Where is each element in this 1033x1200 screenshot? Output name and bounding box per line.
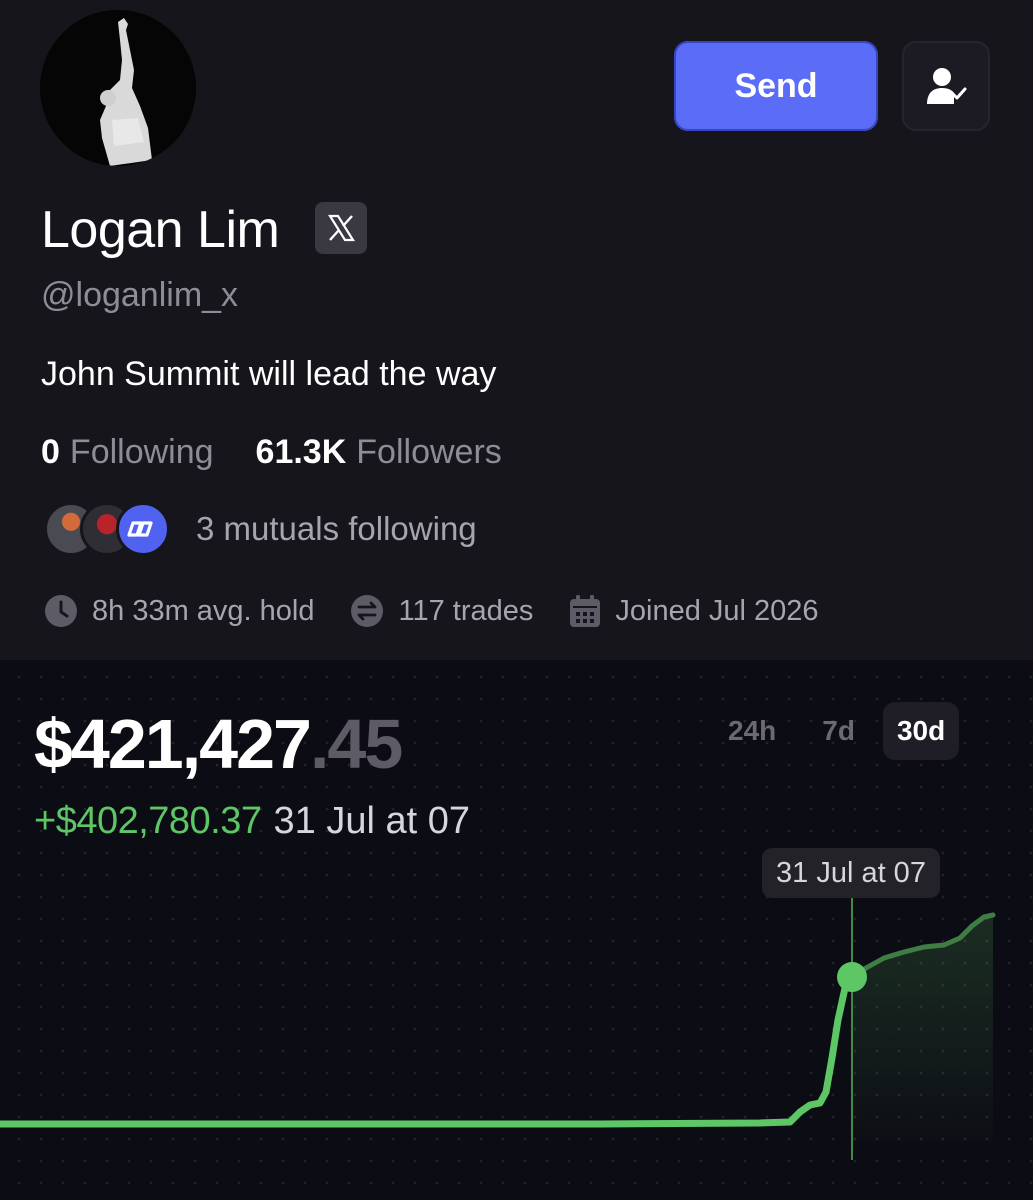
joined: Joined Jul 2026 bbox=[569, 594, 819, 628]
follow-stats: 0 Following 61.3K Followers bbox=[41, 433, 502, 477]
trades: 117 trades bbox=[350, 594, 533, 628]
profile-handle: @loganlim_x bbox=[41, 276, 239, 314]
mutual-avatar bbox=[116, 502, 170, 556]
balance-main: $421,427 bbox=[34, 705, 312, 783]
chart-line bbox=[0, 973, 856, 1128]
portfolio-section: $421,427.45 +$402,780.37 31 Jul at 07 24… bbox=[0, 660, 1033, 1200]
portfolio-balance: $421,427.45 bbox=[34, 704, 403, 784]
following-label[interactable]: Following bbox=[70, 433, 214, 472]
followers-label[interactable]: Followers bbox=[356, 433, 501, 472]
avatar[interactable] bbox=[40, 10, 196, 166]
balance-cents: .45 bbox=[309, 705, 403, 783]
x-logo-icon[interactable] bbox=[315, 202, 367, 254]
profile-name: Logan Lim bbox=[41, 201, 280, 259]
clock-icon bbox=[45, 595, 77, 627]
change-amount: +$402,780.37 bbox=[34, 800, 262, 842]
trades-text: 117 trades bbox=[398, 594, 534, 627]
following-count[interactable]: 0 bbox=[41, 433, 60, 472]
chart-point bbox=[837, 962, 867, 992]
tab-24h[interactable]: 24h bbox=[710, 702, 794, 760]
swap-icon bbox=[351, 595, 384, 627]
mutuals-row[interactable]: 3 mutuals following bbox=[44, 500, 477, 558]
follow-button[interactable] bbox=[902, 41, 990, 131]
time-range-tabs: 24h 7d 30d bbox=[700, 702, 960, 760]
send-button[interactable]: Send bbox=[674, 41, 878, 131]
pnl-change: +$402,780.37 31 Jul at 07 bbox=[34, 800, 470, 843]
followers-count[interactable]: 61.3K bbox=[256, 433, 347, 472]
joined-text: Joined Jul 2026 bbox=[615, 594, 819, 627]
profile-bio: John Summit will lead the way bbox=[41, 355, 497, 393]
tab-30d[interactable]: 30d bbox=[882, 702, 960, 760]
calendar-icon bbox=[570, 595, 601, 627]
tab-7d[interactable]: 7d bbox=[804, 702, 873, 760]
portfolio-chart[interactable] bbox=[0, 860, 1033, 1200]
profile-section: Send Logan Lim @loganlim_x John Summit w… bbox=[0, 0, 1033, 660]
avg-hold-text: 8h 33m avg. hold bbox=[92, 594, 315, 627]
avg-hold: 8h 33m avg. hold bbox=[44, 594, 314, 628]
mutuals-text: 3 mutuals following bbox=[196, 510, 477, 547]
change-date: 31 Jul at 07 bbox=[273, 800, 470, 842]
chart-area bbox=[852, 915, 993, 1160]
profile-meta: 8h 33m avg. hold 117 trades Joined Jul 2… bbox=[44, 590, 855, 632]
verified-follow-icon bbox=[927, 68, 967, 104]
